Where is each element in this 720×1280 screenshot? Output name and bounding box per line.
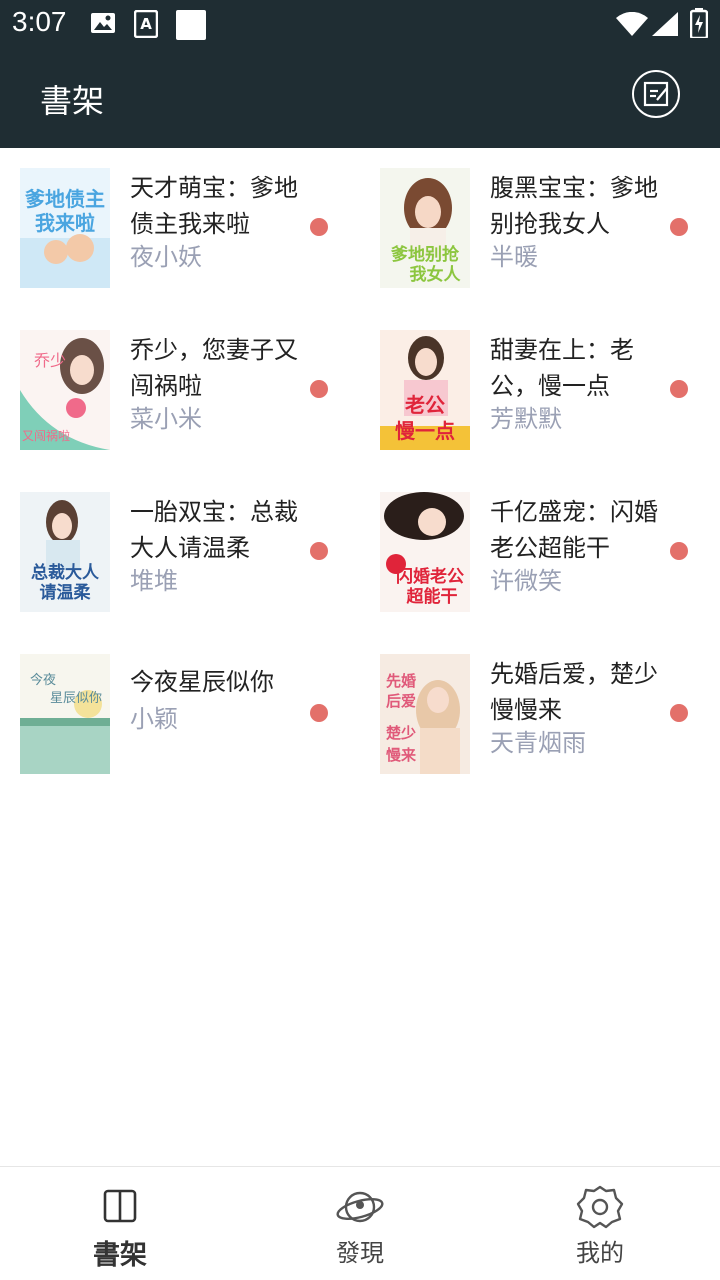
- book-author: 天青烟雨: [490, 729, 586, 757]
- svg-text:后爱: 后爱: [386, 692, 416, 710]
- page-title: 書架: [40, 82, 105, 120]
- book-cover[interactable]: 老公 慢一点: [380, 330, 470, 450]
- nav-tab-discover[interactable]: 發現: [240, 1167, 480, 1280]
- book-open-icon: [103, 1189, 137, 1223]
- nav-label: 我的: [576, 1239, 624, 1267]
- app-header: 書架: [0, 48, 720, 148]
- nav-label: 發現: [336, 1239, 384, 1267]
- svg-text:总裁大人: 总裁大人: [31, 562, 100, 583]
- update-indicator: [310, 704, 328, 722]
- book-title: 今夜星辰似你: [130, 668, 274, 696]
- book-item[interactable]: 乔少 又闯祸啦 乔少，您妻子又闯祸啦 菜小米: [0, 310, 360, 472]
- svg-text:爹地别抢: 爹地别抢: [390, 244, 460, 265]
- svg-text:老公: 老公: [405, 393, 445, 417]
- book-cover[interactable]: 爹地别抢 我女人: [380, 168, 470, 288]
- update-indicator: [310, 542, 328, 560]
- bottom-nav: 書架 發現 我的: [0, 1166, 720, 1280]
- book-cover[interactable]: 爹地债主 我来啦: [20, 168, 110, 288]
- update-indicator: [670, 218, 688, 236]
- book-item[interactable]: 闪婚老公 超能干 千亿盛宠：闪婚老公超能干 许微笑: [360, 472, 720, 634]
- book-title: 先婚后爱，楚少慢慢来: [490, 660, 658, 724]
- book-author: 半暖: [490, 243, 538, 271]
- update-indicator: [310, 218, 328, 236]
- svg-text:慢来: 慢来: [386, 746, 417, 764]
- planet-icon: [336, 1191, 384, 1223]
- nav-tab-bookshelf[interactable]: 書架: [0, 1167, 240, 1280]
- svg-text:A: A: [140, 15, 152, 33]
- book-shelf: 爹地债主 我来啦 天才萌宝：爹地债主我来啦 夜小妖 爹地别抢 我女人 腹黑宝宝：…: [0, 148, 720, 1166]
- svg-text:星辰似你: 星辰似你: [50, 691, 102, 706]
- book-item[interactable]: 爹地债主 我来啦 天才萌宝：爹地债主我来啦 夜小妖: [0, 148, 360, 310]
- image-notification-icon: [90, 10, 116, 36]
- status-time: 3:07: [12, 6, 67, 37]
- book-cover[interactable]: 乔少 又闯祸啦: [20, 330, 110, 450]
- book-title: 千亿盛宠：闪婚老公超能干: [490, 498, 658, 562]
- book-cover[interactable]: 闪婚老公 超能干: [380, 492, 470, 612]
- book-author: 堆堆: [130, 567, 178, 595]
- book-item[interactable]: 先婚 后爱 楚少 慢来 先婚后爱，楚少慢慢来 天青烟雨: [360, 634, 720, 796]
- svg-text:我来啦: 我来啦: [35, 211, 95, 235]
- update-indicator: [670, 704, 688, 722]
- book-author: 菜小米: [130, 405, 202, 433]
- book-cover[interactable]: 总裁大人 请温柔: [20, 492, 110, 612]
- book-title: 甜妻在上：老公，慢一点: [490, 336, 634, 400]
- update-indicator: [670, 380, 688, 398]
- book-author: 小颖: [130, 705, 178, 733]
- settings-gear-icon: [576, 1185, 624, 1229]
- svg-text:我女人: 我女人: [410, 264, 462, 285]
- status-bar: 3:07 A: [0, 0, 720, 48]
- book-author: 芳默默: [490, 405, 562, 433]
- edit-shelf-button[interactable]: [632, 70, 680, 118]
- book-author: 许微笑: [490, 567, 562, 595]
- book-item[interactable]: 总裁大人 请温柔 一胎双宝：总裁大人请温柔 堆堆: [0, 472, 360, 634]
- book-cover[interactable]: 先婚 后爱 楚少 慢来: [380, 654, 470, 774]
- svg-text:又闯祸啦: 又闯祸啦: [22, 428, 70, 443]
- update-indicator: [310, 380, 328, 398]
- svg-text:超能干: 超能干: [407, 586, 458, 607]
- svg-text:慢一点: 慢一点: [395, 419, 455, 443]
- svg-text:楚少: 楚少: [386, 724, 416, 742]
- font-notification-icon: A: [134, 10, 158, 38]
- svg-text:先婚: 先婚: [386, 672, 416, 690]
- svg-text:今夜: 今夜: [30, 672, 56, 688]
- book-item[interactable]: 老公 慢一点 甜妻在上：老公，慢一点 芳默默: [360, 310, 720, 472]
- nav-label: 書架: [93, 1240, 147, 1271]
- battery-charging-icon: [690, 8, 708, 38]
- cell-signal-icon: [652, 12, 678, 36]
- book-title: 腹黑宝宝：爹地别抢我女人: [490, 174, 658, 238]
- svg-text:请温柔: 请温柔: [40, 583, 92, 603]
- svg-text:爹地债主: 爹地债主: [25, 187, 105, 211]
- svg-text:闪婚老公: 闪婚老公: [396, 566, 464, 587]
- svg-text:乔少: 乔少: [34, 351, 66, 370]
- book-title: 天才萌宝：爹地债主我来啦: [130, 174, 298, 238]
- book-title: 一胎双宝：总裁大人请温柔: [130, 498, 298, 562]
- book-title: 乔少，您妻子又闯祸啦: [130, 336, 298, 400]
- book-item[interactable]: 今夜 星辰似你 今夜星辰似你 小颖: [0, 634, 360, 796]
- book-item[interactable]: 爹地别抢 我女人 腹黑宝宝：爹地别抢我女人 半暖: [360, 148, 720, 310]
- wifi-icon: [616, 12, 648, 36]
- app-notification-icon: [176, 10, 206, 40]
- edit-note-icon: [643, 81, 669, 107]
- nav-tab-profile[interactable]: 我的: [480, 1167, 720, 1280]
- book-cover[interactable]: 今夜 星辰似你: [20, 654, 110, 774]
- update-indicator: [670, 542, 688, 560]
- book-author: 夜小妖: [130, 243, 202, 271]
